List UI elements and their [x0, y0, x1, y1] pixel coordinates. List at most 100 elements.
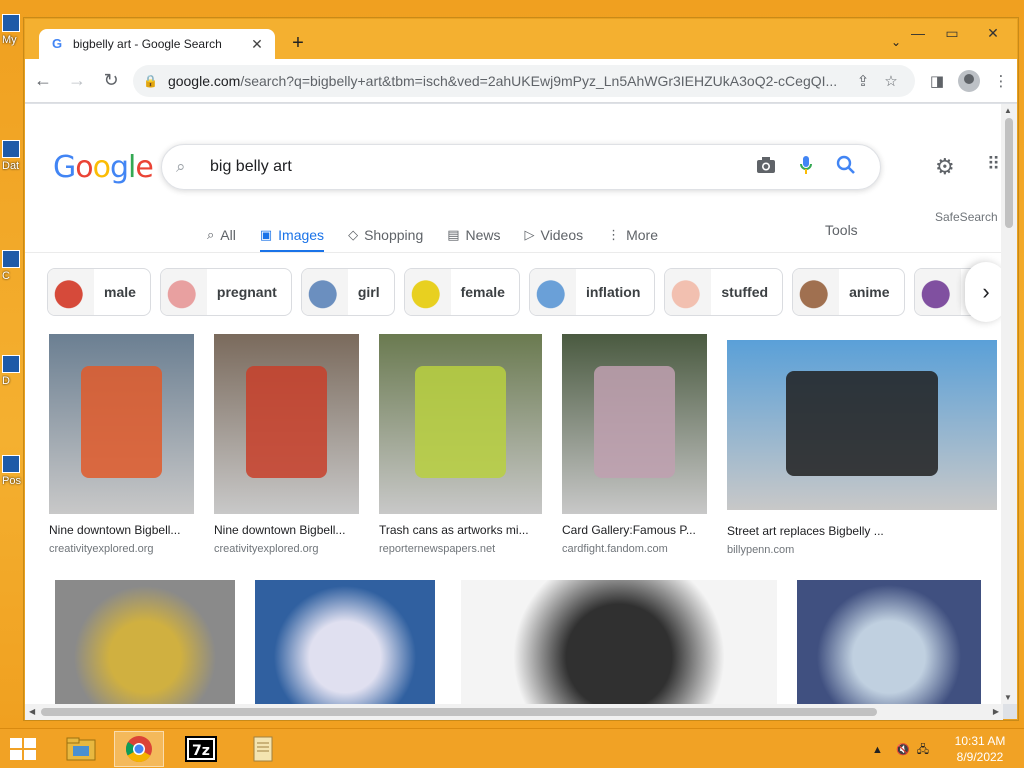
forward-button[interactable]: → [61, 65, 93, 97]
close-window-button[interactable]: ✕ [969, 19, 1017, 47]
tab-all[interactable]: ⌕ All [207, 220, 236, 250]
result-caption[interactable]: Nine downtown Bigbell... [49, 523, 194, 537]
taskbar-7zip[interactable]: 7z [176, 731, 226, 767]
related-chip[interactable]: stuffed [664, 268, 784, 316]
related-chip[interactable]: pregnant [159, 268, 292, 316]
desktop-icon-data[interactable]: Dat [2, 140, 24, 172]
restore-button[interactable]: ▭ [935, 19, 969, 47]
image-result[interactable]: Nine downtown Bigbell... creativityexplor… [49, 334, 194, 555]
back-button[interactable]: ← [27, 65, 59, 97]
result-source[interactable]: billypenn.com [727, 544, 997, 556]
desktop-icon-d[interactable]: D [2, 355, 24, 387]
search-box[interactable]: ⌕ big belly art [161, 144, 881, 190]
image-result[interactable]: Trash cans as artworks mi... reporternews… [379, 334, 542, 555]
start-button[interactable] [8, 737, 38, 761]
tab-search-chevron-down-icon[interactable]: ⌄ [891, 35, 901, 49]
google-logo[interactable]: Google [53, 150, 154, 185]
side-panel-icon[interactable]: ◨ [921, 72, 953, 90]
search-input[interactable]: big belly art [200, 158, 746, 176]
folder-icon [66, 737, 96, 761]
result-thumbnail[interactable] [727, 340, 997, 510]
menu-kebab-icon[interactable]: ⋮ [985, 72, 1017, 90]
result-caption[interactable]: Trash cans as artworks mi... [379, 523, 542, 537]
scrollbar-thumb[interactable] [41, 708, 877, 716]
result-source[interactable]: creativityexplored.org [214, 543, 359, 555]
bookmark-star-icon[interactable]: ☆ [877, 72, 905, 90]
tab-label: Videos [540, 227, 584, 243]
chip-thumbnail [48, 269, 94, 315]
image-result[interactable]: Card Gallery:Famous P... cardfight.fandom… [562, 334, 707, 555]
close-tab-icon[interactable]: ✕ [249, 36, 265, 53]
folder-icon [2, 140, 20, 158]
scroll-down-icon[interactable]: ▼ [1004, 693, 1012, 702]
result-source[interactable]: reporternewspapers.net [379, 543, 542, 555]
result-thumbnail[interactable] [797, 580, 981, 704]
scrollbar-thumb[interactable] [1005, 118, 1013, 228]
vertical-scrollbar[interactable]: ▲ ▼ [1001, 104, 1017, 704]
result-thumbnail[interactable] [379, 334, 542, 514]
show-hidden-icons-chevron-up-icon[interactable]: ▲ [872, 744, 883, 756]
settings-gear-icon[interactable]: ⚙ [935, 154, 955, 180]
result-thumbnail[interactable] [255, 580, 435, 704]
taskbar-notepad[interactable] [238, 731, 288, 767]
horizontal-scrollbar[interactable]: ◀ ▶ [25, 704, 1003, 720]
image-result[interactable]: Nine downtown Bigbell... creativityexplor… [214, 334, 359, 555]
chip-label: inflation [585, 284, 641, 300]
image-result[interactable] [797, 580, 981, 704]
taskbar-clock[interactable]: 10:31 AM 8/9/2022 [944, 733, 1016, 765]
result-source[interactable]: creativityexplored.org [49, 543, 194, 555]
url-host: google.com [167, 72, 241, 89]
share-icon[interactable]: ⇪ [849, 72, 877, 90]
image-result[interactable] [55, 580, 235, 704]
tab-news[interactable]: ▤ News [447, 220, 500, 250]
news-icon: ▤ [447, 227, 460, 242]
desktop-icon-pos[interactable]: Pos [2, 455, 24, 487]
related-chip[interactable]: anime [792, 268, 905, 316]
new-tab-button[interactable]: + [287, 33, 309, 55]
scroll-up-icon[interactable]: ▲ [1004, 106, 1012, 115]
taskbar-file-explorer[interactable] [56, 731, 106, 767]
result-caption[interactable]: Card Gallery:Famous P... [562, 523, 707, 537]
result-caption[interactable]: Street art replaces Bigbelly ... [727, 524, 997, 538]
scroll-right-icon[interactable]: ▶ [993, 707, 999, 716]
image-result[interactable] [461, 580, 777, 704]
desktop-icon-label: Pos [2, 475, 21, 487]
related-chip[interactable]: girl [300, 268, 395, 316]
result-thumbnail[interactable] [49, 334, 194, 514]
tools-button[interactable]: Tools [825, 222, 858, 238]
reload-button[interactable]: ↻ [95, 65, 127, 97]
lock-icon[interactable]: 🔒 [143, 74, 158, 88]
result-thumbnail[interactable] [461, 580, 777, 704]
result-thumbnail[interactable] [214, 334, 359, 514]
apps-grid-icon[interactable]: ⠿ [987, 154, 1000, 175]
tab-label: All [220, 227, 236, 243]
desktop-icon-my[interactable]: My [2, 14, 24, 46]
result-caption[interactable]: Nine downtown Bigbell... [214, 523, 359, 537]
safesearch-link[interactable]: SafeSearch [935, 210, 998, 224]
tab-images[interactable]: ▣ Images [259, 220, 325, 253]
desktop-icon-c[interactable]: C [2, 250, 24, 282]
image-result[interactable] [255, 580, 435, 704]
microphone-icon[interactable] [786, 155, 826, 180]
browser-tab[interactable]: G bigbelly art - Google Search ✕ [39, 29, 275, 59]
taskbar-chrome[interactable] [114, 731, 164, 767]
scroll-left-icon[interactable]: ◀ [29, 707, 35, 716]
minimize-button[interactable]: — [901, 19, 935, 47]
network-icon[interactable]: 🖧 [917, 744, 929, 756]
result-source[interactable]: cardfight.fandom.com [562, 543, 707, 555]
search-submit-icon[interactable] [826, 155, 866, 180]
tab-shopping[interactable]: ◇ Shopping [348, 220, 423, 250]
tab-videos[interactable]: ▷ Videos [525, 220, 584, 250]
tab-more[interactable]: ⋮ More [607, 220, 658, 250]
image-result[interactable]: Street art replaces Bigbelly ... billypen… [727, 334, 997, 556]
camera-search-icon[interactable] [746, 156, 786, 179]
related-chip[interactable]: female [403, 268, 520, 316]
related-chip[interactable]: inflation [528, 268, 656, 316]
profile-avatar[interactable] [958, 69, 980, 92]
chevron-right-icon[interactable]: › [965, 262, 1003, 322]
address-bar[interactable]: 🔒 google.com/search?q=bigbelly+art&tbm=i… [133, 64, 915, 97]
related-chip[interactable]: male [47, 268, 151, 316]
result-thumbnail[interactable] [562, 334, 707, 514]
volume-muted-icon[interactable]: 🔇 [896, 744, 910, 756]
result-thumbnail[interactable] [55, 580, 235, 704]
